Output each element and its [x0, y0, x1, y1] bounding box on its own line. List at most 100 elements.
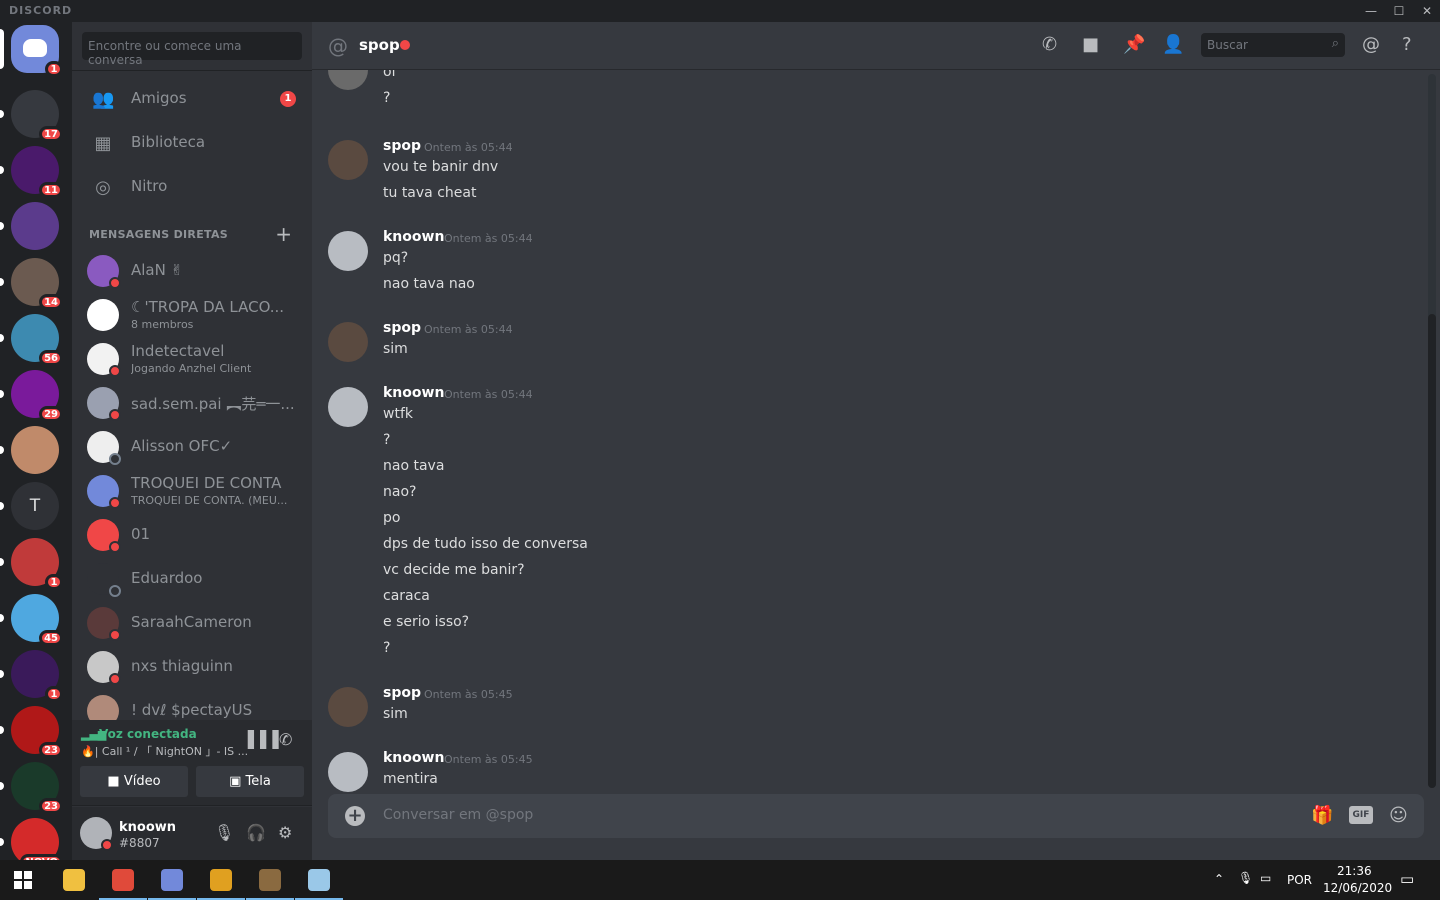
settings-gear-icon[interactable]: ⚙: [278, 823, 292, 842]
dm-name: ☾'TROPA DA LACO...: [131, 298, 285, 316]
dm-item[interactable]: SaraahCameron: [80, 602, 304, 644]
mentions-icon[interactable]: @: [1362, 34, 1380, 55]
tray-chevron-icon[interactable]: ⌃: [1214, 872, 1224, 886]
network-icon[interactable]: ▭: [1260, 871, 1271, 885]
avatar[interactable]: [328, 752, 368, 792]
nav-nitro[interactable]: ◎ Nitro: [80, 166, 304, 208]
close-button[interactable]: ✕: [1413, 0, 1440, 22]
composer-input[interactable]: Conversar em @spop: [383, 807, 533, 823]
scrollbar-thumb[interactable]: [1428, 314, 1436, 788]
server-icon[interactable]: 17: [0, 90, 63, 142]
message-author[interactable]: spop: [383, 138, 421, 154]
message-author[interactable]: spop: [383, 320, 421, 336]
voice-channel-label[interactable]: 🔥| Call ¹ / 「 NightON 」- IS ...: [81, 743, 248, 759]
screen-share-button[interactable]: ▣ Tela: [196, 766, 304, 797]
pin-icon[interactable]: 📌: [1123, 34, 1145, 55]
message-author[interactable]: spop: [383, 685, 421, 701]
dm-item[interactable]: sad.sem.pai ︻芫═一...: [80, 382, 304, 424]
server-icon[interactable]: [0, 202, 59, 250]
windows-start-icon[interactable]: [14, 871, 32, 889]
avatar[interactable]: [328, 687, 368, 727]
server-icon[interactable]: 56: [0, 314, 63, 366]
dm-item[interactable]: 01: [80, 514, 304, 556]
nav-library[interactable]: ▦ Biblioteca: [80, 122, 304, 164]
chat-search-input[interactable]: Buscar ⌕: [1201, 33, 1345, 57]
message-author[interactable]: knoown: [383, 385, 444, 401]
help-icon[interactable]: ?: [1402, 34, 1412, 55]
message-author[interactable]: knoown: [383, 229, 444, 245]
message-text: ?: [383, 432, 391, 448]
upload-plus-icon[interactable]: +: [345, 806, 365, 826]
add-friend-icon[interactable]: 👤: [1162, 34, 1184, 55]
avatar[interactable]: [328, 387, 368, 427]
unread-indicator: [0, 334, 4, 342]
server-icon[interactable]: T: [0, 482, 59, 530]
dm-name: ! dvℓ $pectayUS: [131, 701, 253, 719]
unread-indicator: [0, 782, 4, 790]
server-icon[interactable]: 14: [0, 258, 63, 310]
username: knoown: [119, 820, 177, 835]
taskbar-app-app-shield[interactable]: [197, 860, 245, 900]
home-button[interactable]: 1: [0, 25, 63, 77]
microphone-icon[interactable]: 🎙: [1238, 871, 1253, 885]
taskbar-app-chrome[interactable]: [99, 860, 147, 900]
mention-badge: 23: [39, 798, 63, 814]
server-icon[interactable]: 1: [0, 538, 63, 590]
taskbar-app-notepad[interactable]: [295, 860, 343, 900]
avatar[interactable]: [328, 322, 368, 362]
emoji-icon[interactable]: ☺: [1389, 805, 1408, 826]
maximize-button[interactable]: ☐: [1385, 0, 1413, 22]
status-dnd-icon: [109, 365, 121, 377]
unread-indicator: [0, 726, 4, 734]
taskbar-app-minecraft[interactable]: [246, 860, 294, 900]
language-indicator[interactable]: POR: [1287, 873, 1312, 887]
server-icon[interactable]: 23: [0, 762, 63, 814]
minimize-button[interactable]: —: [1357, 0, 1385, 22]
dm-item[interactable]: nxs thiaguinn: [80, 646, 304, 688]
gif-button[interactable]: GIF: [1349, 806, 1373, 824]
voice-status-panel: ▂▄▆ Voz conectada 🔥| Call ¹ / 「 NightON …: [72, 720, 312, 806]
server-icon[interactable]: 23: [0, 706, 63, 758]
message-composer[interactable]: + Conversar em @spop 🎁 GIF ☺: [328, 794, 1424, 838]
dm-item[interactable]: ! dvℓ $pectayUS: [80, 690, 304, 720]
video-call-icon[interactable]: ■: [1082, 34, 1099, 55]
create-dm-button[interactable]: +: [275, 222, 292, 246]
server-icon[interactable]: 1: [0, 650, 63, 702]
dm-item[interactable]: Alisson OFC✓: [80, 426, 304, 468]
chrome-icon: [112, 869, 134, 891]
dm-search-input[interactable]: Encontre ou comece uma conversa: [82, 32, 302, 67]
nav-friends[interactable]: 👥 Amigos 1: [80, 78, 304, 120]
mute-icon[interactable]: 🎙: [214, 823, 234, 842]
voice-call-icon[interactable]: ✆: [1042, 34, 1057, 55]
avatar[interactable]: [328, 231, 368, 271]
server-icon[interactable]: 29: [0, 370, 63, 422]
dm-item[interactable]: Indetectavel Jogando Anzhel Client: [80, 338, 304, 380]
gift-icon[interactable]: 🎁: [1311, 805, 1333, 826]
taskbar-app-discord[interactable]: [148, 860, 196, 900]
server-icon[interactable]: 11: [0, 146, 63, 198]
dm-item[interactable]: Eduardoo: [80, 558, 304, 600]
server-icon[interactable]: NOVO: [0, 818, 63, 860]
disconnect-icon[interactable]: ✆: [279, 730, 292, 749]
video-button[interactable]: ■ Vídeo: [80, 766, 188, 797]
avatar[interactable]: [328, 70, 368, 90]
taskbar-app-file-explorer[interactable]: [50, 860, 98, 900]
notification-icon[interactable]: ▭: [1400, 870, 1414, 888]
status-dnd-icon: [109, 277, 121, 289]
dm-item[interactable]: TROQUEI DE CONTA TROQUEI DE CONTA. (MEU..…: [80, 470, 304, 512]
server-icon[interactable]: 45: [0, 594, 63, 646]
message-text: mentira: [383, 771, 438, 787]
deafen-icon[interactable]: 🎧: [246, 823, 266, 842]
voice-connected-label[interactable]: Voz conectada: [99, 727, 197, 741]
discord-icon: [161, 869, 183, 891]
message-author[interactable]: knoown: [383, 750, 444, 766]
clock-time[interactable]: 21:36: [1337, 864, 1372, 878]
dm-item[interactable]: AlaN ✌: [80, 250, 304, 292]
server-icon[interactable]: [0, 426, 59, 474]
dm-name: sad.sem.pai ︻芫═一...: [131, 395, 295, 413]
dm-item[interactable]: ☾'TROPA DA LACO... 8 membros: [80, 294, 304, 336]
avatar[interactable]: [328, 140, 368, 180]
clock-date[interactable]: 12/06/2020: [1323, 881, 1392, 895]
dm-name: Alisson OFC✓: [131, 437, 233, 455]
status-dnd-icon: [400, 40, 410, 50]
